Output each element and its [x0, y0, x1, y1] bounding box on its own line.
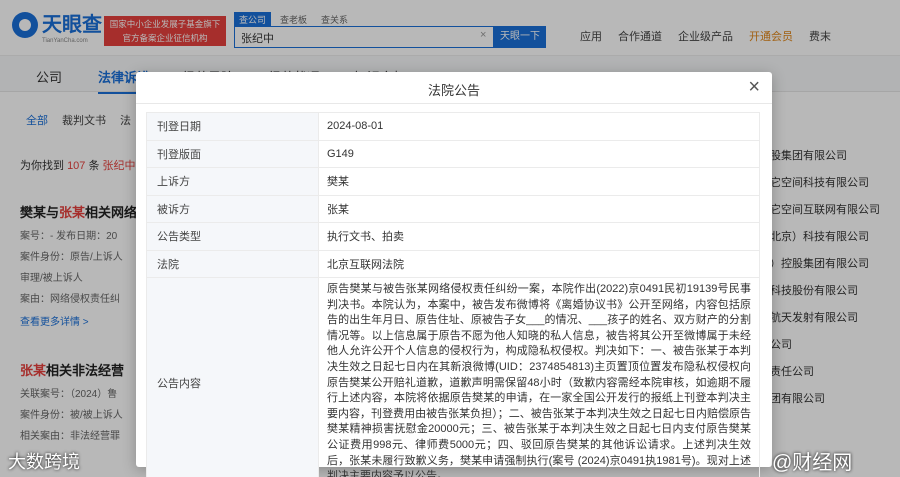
table-row: 公告类型 执行文书、拍卖: [146, 222, 760, 251]
row-value: 执行文书、拍卖: [318, 222, 760, 251]
table-row: 被诉方 张某: [146, 194, 760, 223]
row-value: 樊某: [318, 167, 760, 196]
row-key: 公告内容: [146, 277, 319, 477]
table-row: 公告内容 原告樊某与被告张某网络侵权责任纠纷一案，本院作出(2022)京0491…: [146, 277, 760, 477]
row-value: 北京互联网法院: [318, 249, 760, 278]
modal-body: 刊登日期 2024-08-01 刊登版面 G149 上诉方 樊某 被诉方 张某 …: [146, 112, 760, 477]
notice-content: 原告樊某与被告张某网络侵权责任纠纷一案，本院作出(2022)京0491民初191…: [318, 277, 760, 477]
court-notice-modal: 法院公告 × 刊登日期 2024-08-01 刊登版面 G149 上诉方 樊某 …: [136, 72, 772, 477]
row-key: 公告类型: [146, 222, 319, 251]
row-value: 2024-08-01: [318, 112, 760, 141]
notice-table: 刊登日期 2024-08-01 刊登版面 G149 上诉方 樊某 被诉方 张某 …: [146, 112, 760, 477]
row-key: 刊登版面: [146, 139, 319, 168]
modal-title: 法院公告: [427, 83, 480, 98]
row-value: G149: [318, 139, 760, 168]
watermark-right: @财经网: [772, 452, 853, 474]
table-row: 上诉方 樊某: [146, 167, 760, 196]
table-row: 法院 北京互联网法院: [146, 249, 760, 278]
table-row: 刊登版面 G149: [146, 139, 760, 168]
row-key: 法院: [146, 249, 319, 278]
row-key: 上诉方: [146, 167, 319, 196]
modal-header: 法院公告 ×: [136, 72, 772, 104]
row-key: 被诉方: [146, 194, 319, 223]
watermark-left: 大数跨境: [8, 452, 80, 472]
close-icon[interactable]: ×: [748, 76, 760, 98]
table-row: 刊登日期 2024-08-01: [146, 112, 760, 141]
row-key: 刊登日期: [146, 112, 319, 141]
row-value: 张某: [318, 194, 760, 223]
